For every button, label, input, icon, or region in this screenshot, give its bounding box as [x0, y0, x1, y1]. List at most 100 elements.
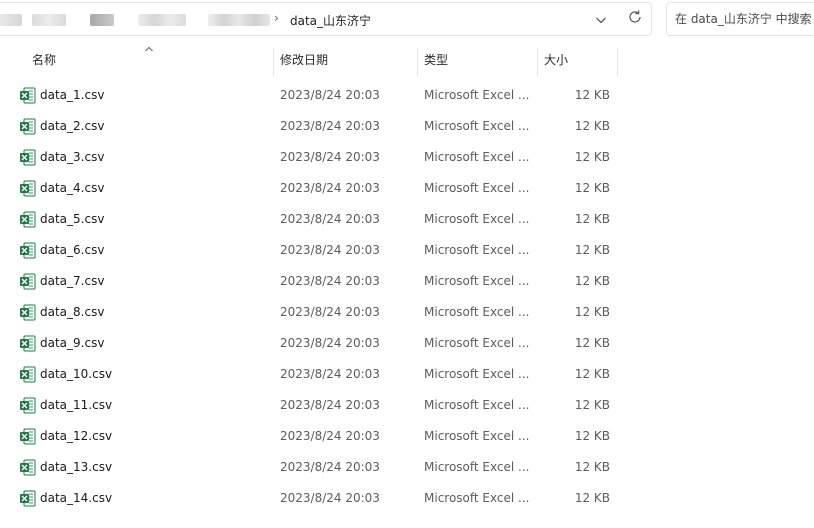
file-row[interactable]: data_2.csv 2023/8/24 20:03 Microsoft Exc…: [0, 111, 814, 142]
file-date: 2023/8/24 20:03: [280, 88, 380, 102]
file-date: 2023/8/24 20:03: [280, 274, 380, 288]
column-divider[interactable]: [417, 48, 418, 76]
excel-csv-icon: [20, 397, 36, 414]
file-name: data_3.csv: [40, 150, 105, 164]
file-row[interactable]: data_9.csv 2023/8/24 20:03 Microsoft Exc…: [0, 328, 814, 359]
file-row[interactable]: data_3.csv 2023/8/24 20:03 Microsoft Exc…: [0, 142, 814, 173]
file-size: 12 KB: [574, 88, 610, 102]
file-type: Microsoft Excel ...: [424, 429, 530, 443]
file-size: 12 KB: [574, 429, 610, 443]
file-date: 2023/8/24 20:03: [280, 429, 380, 443]
file-type: Microsoft Excel ...: [424, 460, 530, 474]
file-row[interactable]: data_11.csv 2023/8/24 20:03 Microsoft Ex…: [0, 390, 814, 421]
search-input[interactable]: [675, 11, 814, 27]
excel-csv-icon: [20, 118, 36, 135]
file-type: Microsoft Excel ...: [424, 367, 530, 381]
file-size: 12 KB: [574, 150, 610, 164]
file-size: 12 KB: [574, 398, 610, 412]
column-divider[interactable]: [537, 48, 538, 76]
file-date: 2023/8/24 20:03: [280, 243, 380, 257]
column-divider[interactable]: [273, 48, 274, 76]
redacted-breadcrumb: [32, 14, 66, 26]
file-date: 2023/8/24 20:03: [280, 398, 380, 412]
file-size: 12 KB: [574, 367, 610, 381]
file-date: 2023/8/24 20:03: [280, 181, 380, 195]
file-type: Microsoft Excel ...: [424, 150, 530, 164]
excel-csv-icon: [20, 459, 36, 476]
file-date: 2023/8/24 20:03: [280, 212, 380, 226]
file-row[interactable]: data_5.csv 2023/8/24 20:03 Microsoft Exc…: [0, 204, 814, 235]
file-row[interactable]: data_10.csv 2023/8/24 20:03 Microsoft Ex…: [0, 359, 814, 390]
file-name: data_2.csv: [40, 119, 105, 133]
file-list: data_1.csv 2023/8/24 20:03 Microsoft Exc…: [0, 80, 814, 514]
file-type: Microsoft Excel ...: [424, 243, 530, 257]
file-row[interactable]: data_14.csv 2023/8/24 20:03 Microsoft Ex…: [0, 483, 814, 514]
file-name: data_6.csv: [40, 243, 105, 257]
column-header-size[interactable]: 大小: [544, 44, 616, 76]
redacted-breadcrumb: [138, 14, 186, 26]
redacted-breadcrumb: [208, 14, 270, 26]
file-row[interactable]: data_8.csv 2023/8/24 20:03 Microsoft Exc…: [0, 297, 814, 328]
column-header-type[interactable]: 类型: [424, 44, 536, 76]
redacted-breadcrumb: [0, 14, 22, 26]
excel-csv-icon: [20, 366, 36, 383]
column-header-date[interactable]: 修改日期: [280, 44, 416, 76]
excel-csv-icon: [20, 428, 36, 445]
file-date: 2023/8/24 20:03: [280, 150, 380, 164]
file-type: Microsoft Excel ...: [424, 336, 530, 350]
excel-csv-icon: [20, 273, 36, 290]
file-type: Microsoft Excel ...: [424, 212, 530, 226]
breadcrumb-current-folder[interactable]: data_山东济宁: [290, 12, 371, 29]
file-name: data_13.csv: [40, 460, 113, 474]
search-box[interactable]: [666, 2, 814, 36]
file-size: 12 KB: [574, 336, 610, 350]
file-type: Microsoft Excel ...: [424, 274, 530, 288]
file-size: 12 KB: [574, 274, 610, 288]
file-name: data_9.csv: [40, 336, 105, 350]
file-name: data_12.csv: [40, 429, 113, 443]
address-toolbar: › data_山东济宁: [0, 0, 814, 40]
excel-csv-icon: [20, 304, 36, 321]
file-size: 12 KB: [574, 119, 610, 133]
file-type: Microsoft Excel ...: [424, 88, 530, 102]
file-name: data_10.csv: [40, 367, 113, 381]
excel-csv-icon: [20, 490, 36, 507]
refresh-icon[interactable]: [626, 8, 644, 26]
file-type: Microsoft Excel ...: [424, 119, 530, 133]
address-bar[interactable]: › data_山东济宁: [0, 2, 652, 36]
file-row[interactable]: data_4.csv 2023/8/24 20:03 Microsoft Exc…: [0, 173, 814, 204]
file-row[interactable]: data_12.csv 2023/8/24 20:03 Microsoft Ex…: [0, 421, 814, 452]
file-size: 12 KB: [574, 212, 610, 226]
file-row[interactable]: data_13.csv 2023/8/24 20:03 Microsoft Ex…: [0, 452, 814, 483]
file-name: data_8.csv: [40, 305, 105, 319]
file-name: data_1.csv: [40, 88, 105, 102]
column-header-name[interactable]: 名称: [32, 44, 272, 76]
file-name: data_7.csv: [40, 274, 105, 288]
file-size: 12 KB: [574, 460, 610, 474]
file-row[interactable]: data_7.csv 2023/8/24 20:03 Microsoft Exc…: [0, 266, 814, 297]
file-date: 2023/8/24 20:03: [280, 491, 380, 505]
chevron-down-icon[interactable]: [592, 11, 610, 29]
column-divider[interactable]: [617, 48, 618, 76]
file-date: 2023/8/24 20:03: [280, 119, 380, 133]
file-row[interactable]: data_6.csv 2023/8/24 20:03 Microsoft Exc…: [0, 235, 814, 266]
file-size: 12 KB: [574, 305, 610, 319]
excel-csv-icon: [20, 180, 36, 197]
excel-csv-icon: [20, 87, 36, 104]
file-date: 2023/8/24 20:03: [280, 305, 380, 319]
excel-csv-icon: [20, 149, 36, 166]
file-explorer-window: › data_山东济宁 名称 修改日期 类型 大小: [0, 0, 814, 528]
excel-csv-icon: [20, 335, 36, 352]
file-name: data_14.csv: [40, 491, 113, 505]
column-header-row: 名称 修改日期 类型 大小: [0, 44, 814, 76]
file-type: Microsoft Excel ...: [424, 305, 530, 319]
file-date: 2023/8/24 20:03: [280, 336, 380, 350]
excel-csv-icon: [20, 211, 36, 228]
excel-csv-icon: [20, 242, 36, 259]
redacted-breadcrumb: [90, 14, 114, 26]
file-row[interactable]: data_1.csv 2023/8/24 20:03 Microsoft Exc…: [0, 80, 814, 111]
file-date: 2023/8/24 20:03: [280, 460, 380, 474]
file-name: data_4.csv: [40, 181, 105, 195]
file-name: data_11.csv: [40, 398, 113, 412]
file-size: 12 KB: [574, 181, 610, 195]
